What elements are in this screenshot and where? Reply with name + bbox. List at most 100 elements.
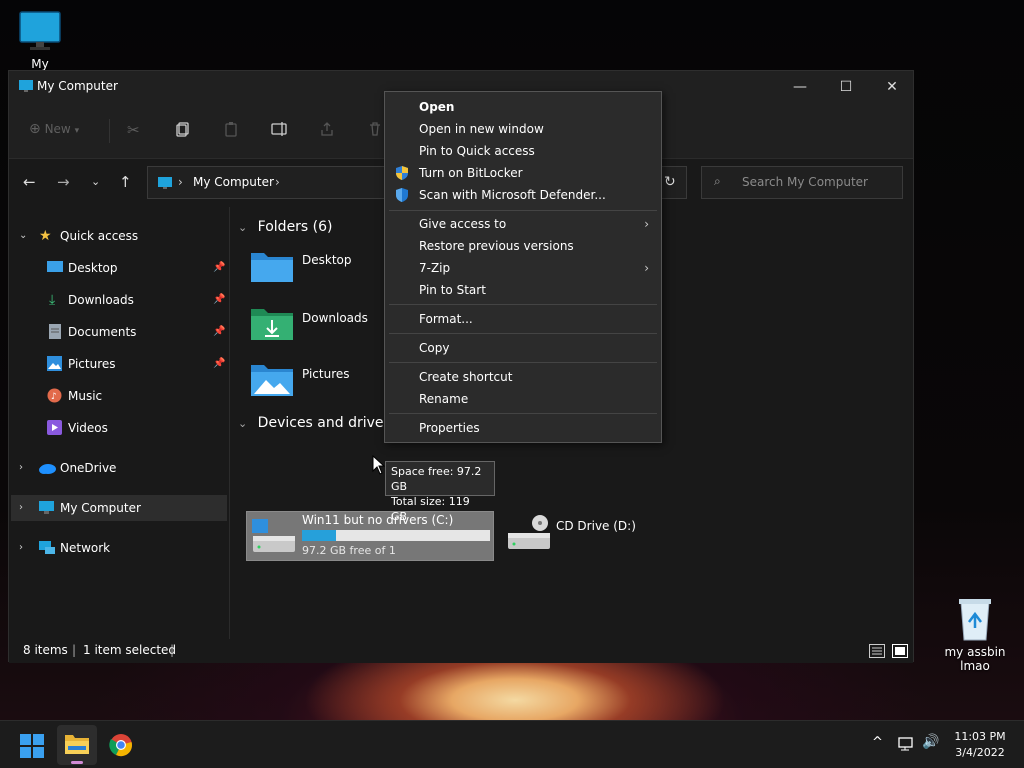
video-icon	[47, 420, 62, 435]
sidebar-item-my-computer[interactable]: › My Computer	[11, 495, 227, 521]
chevron-right-icon: ›	[19, 462, 23, 473]
chevron-down-icon: ▾	[74, 126, 80, 136]
monitor-icon	[19, 11, 61, 50]
drive-c-usage-bar	[302, 530, 490, 541]
sidebar-item-desktop[interactable]: Desktop 📌	[9, 255, 229, 281]
sidebar-item-label: Network	[60, 541, 111, 555]
menu-item-rename[interactable]: Rename	[385, 388, 661, 410]
sidebar-item-label: Pictures	[68, 357, 116, 371]
chrome-icon[interactable]	[109, 733, 133, 757]
forward-arrow-icon[interactable]: →	[57, 173, 70, 191]
chevron-down-icon: ⌄	[238, 417, 248, 430]
up-arrow-icon[interactable]: ↑	[119, 173, 132, 191]
monitor-icon	[19, 80, 33, 92]
back-arrow-icon[interactable]: ←	[23, 173, 36, 191]
menu-item-pin-quick-access[interactable]: Pin to Quick access	[385, 140, 661, 162]
menu-separator	[389, 304, 657, 305]
navigation-pane: ⌄ ★ Quick access Desktop 📌 ⤓ Downloads 📌…	[9, 207, 229, 639]
sidebar-item-music[interactable]: ♪ Music	[9, 383, 229, 409]
menu-item-bitlocker[interactable]: Turn on BitLocker	[385, 162, 661, 184]
sidebar-item-network[interactable]: › Network	[19, 535, 229, 561]
desktop-icon-recycle-bin[interactable]: my assbin lmao	[935, 596, 1015, 673]
paste-icon[interactable]	[223, 121, 239, 140]
folder-desktop[interactable]: Desktop	[250, 249, 352, 286]
folders-section-header[interactable]: ⌄ Folders (6)	[238, 219, 333, 235]
breadcrumb-my-computer[interactable]: My Computer	[193, 175, 274, 189]
minimize-button[interactable]: —	[777, 71, 823, 103]
menu-item-properties[interactable]: Properties	[385, 417, 661, 439]
refresh-icon[interactable]: ↻	[664, 174, 676, 190]
selection-count: 1 item selected	[83, 643, 177, 657]
rename-icon[interactable]	[271, 121, 289, 140]
devices-section-header[interactable]: ⌄ Devices and drives (	[238, 415, 401, 431]
menu-item-copy[interactable]: Copy	[385, 337, 661, 359]
status-bar: 8 items | 1 item selected |	[9, 639, 913, 663]
sidebar-item-pictures[interactable]: Pictures 📌	[9, 351, 229, 377]
shield-icon	[396, 166, 408, 180]
menu-item-7zip[interactable]: 7-Zip ›	[385, 257, 661, 279]
file-explorer-icon	[65, 735, 89, 754]
sidebar-item-label: Quick access	[60, 229, 139, 243]
status-divider: |	[170, 643, 175, 657]
pin-icon[interactable]: 📌	[213, 319, 225, 345]
folder-label: Desktop	[302, 253, 352, 267]
search-input[interactable]: ⌕ Search My Computer	[701, 166, 903, 199]
mouse-cursor-icon	[372, 455, 386, 475]
menu-item-label: 7-Zip	[419, 261, 451, 275]
sidebar-item-videos[interactable]: Videos	[9, 415, 229, 441]
menu-item-give-access[interactable]: Give access to ›	[385, 213, 661, 235]
maximize-button[interactable]: ☐	[823, 71, 869, 103]
chevron-up-icon[interactable]: ^	[872, 735, 883, 750]
search-icon: ⌕	[714, 174, 721, 188]
menu-item-defender-scan[interactable]: Scan with Microsoft Defender...	[385, 184, 661, 206]
sidebar-item-label: Desktop	[68, 261, 118, 275]
network-icon	[39, 541, 55, 554]
close-button[interactable]: ✕	[869, 71, 915, 103]
speaker-icon[interactable]: 🔊	[922, 734, 939, 750]
menu-item-restore-versions[interactable]: Restore previous versions	[385, 235, 661, 257]
menu-item-create-shortcut[interactable]: Create shortcut	[385, 366, 661, 388]
pin-icon[interactable]: 📌	[213, 255, 225, 281]
taskbar-file-explorer[interactable]	[57, 725, 97, 765]
tooltip-total-size: Total size: 119 GB	[391, 495, 470, 523]
document-icon	[49, 324, 61, 339]
new-button[interactable]: ⊕ New ▾	[29, 121, 79, 137]
sidebar-item-onedrive[interactable]: › OneDrive	[19, 455, 229, 481]
monitor-icon	[39, 501, 54, 514]
downloads-folder-icon	[251, 309, 293, 340]
menu-item-label: Turn on BitLocker	[419, 166, 523, 180]
sidebar-item-documents[interactable]: Documents 📌	[9, 319, 229, 345]
pin-icon[interactable]: 📌	[213, 287, 225, 313]
menu-item-open[interactable]: Open	[385, 96, 661, 118]
details-view-icon[interactable]	[869, 644, 885, 658]
folder-pictures[interactable]: Pictures	[250, 361, 350, 400]
tooltip-space-free: Space free: 97.2 GB	[391, 465, 482, 493]
recent-chevron-icon[interactable]: ⌄	[91, 175, 100, 188]
menu-item-pin-start[interactable]: Pin to Start	[385, 279, 661, 301]
drive-d-tile[interactable]: CD Drive (D:)	[502, 511, 702, 561]
network-status-icon[interactable]	[898, 737, 916, 752]
cloud-icon	[39, 464, 56, 474]
tiles-view-icon[interactable]	[892, 644, 908, 658]
pin-icon[interactable]: 📌	[213, 351, 225, 377]
windows-start-icon[interactable]	[20, 734, 44, 758]
sidebar-item-label: Music	[68, 389, 103, 403]
sidebar-item-quick-access[interactable]: ⌄ ★ Quick access	[19, 223, 229, 249]
delete-icon[interactable]	[367, 121, 383, 140]
drive-d-label: CD Drive (D:)	[556, 519, 636, 533]
clock[interactable]: 11:03 PM 3/4/2022	[942, 729, 1018, 761]
menu-item-format[interactable]: Format...	[385, 308, 661, 330]
context-menu: Open Open in new window Pin to Quick acc…	[384, 91, 662, 443]
share-icon[interactable]	[319, 121, 335, 140]
copy-icon[interactable]	[175, 121, 191, 140]
menu-item-label: Give access to	[419, 217, 507, 231]
chevron-right-icon: ›	[644, 217, 649, 231]
sidebar-item-downloads[interactable]: ⤓ Downloads 📌	[9, 287, 229, 313]
clock-time: 11:03 PM	[954, 730, 1006, 743]
menu-item-open-new-window[interactable]: Open in new window	[385, 118, 661, 140]
desktop-folder-icon	[47, 261, 63, 272]
folder-downloads[interactable]: Downloads	[250, 305, 368, 344]
drive-c-usage-fill	[302, 530, 336, 541]
cut-icon[interactable]: ✂	[127, 121, 140, 139]
breadcrumb-chevron-icon[interactable]: ›	[275, 175, 280, 189]
